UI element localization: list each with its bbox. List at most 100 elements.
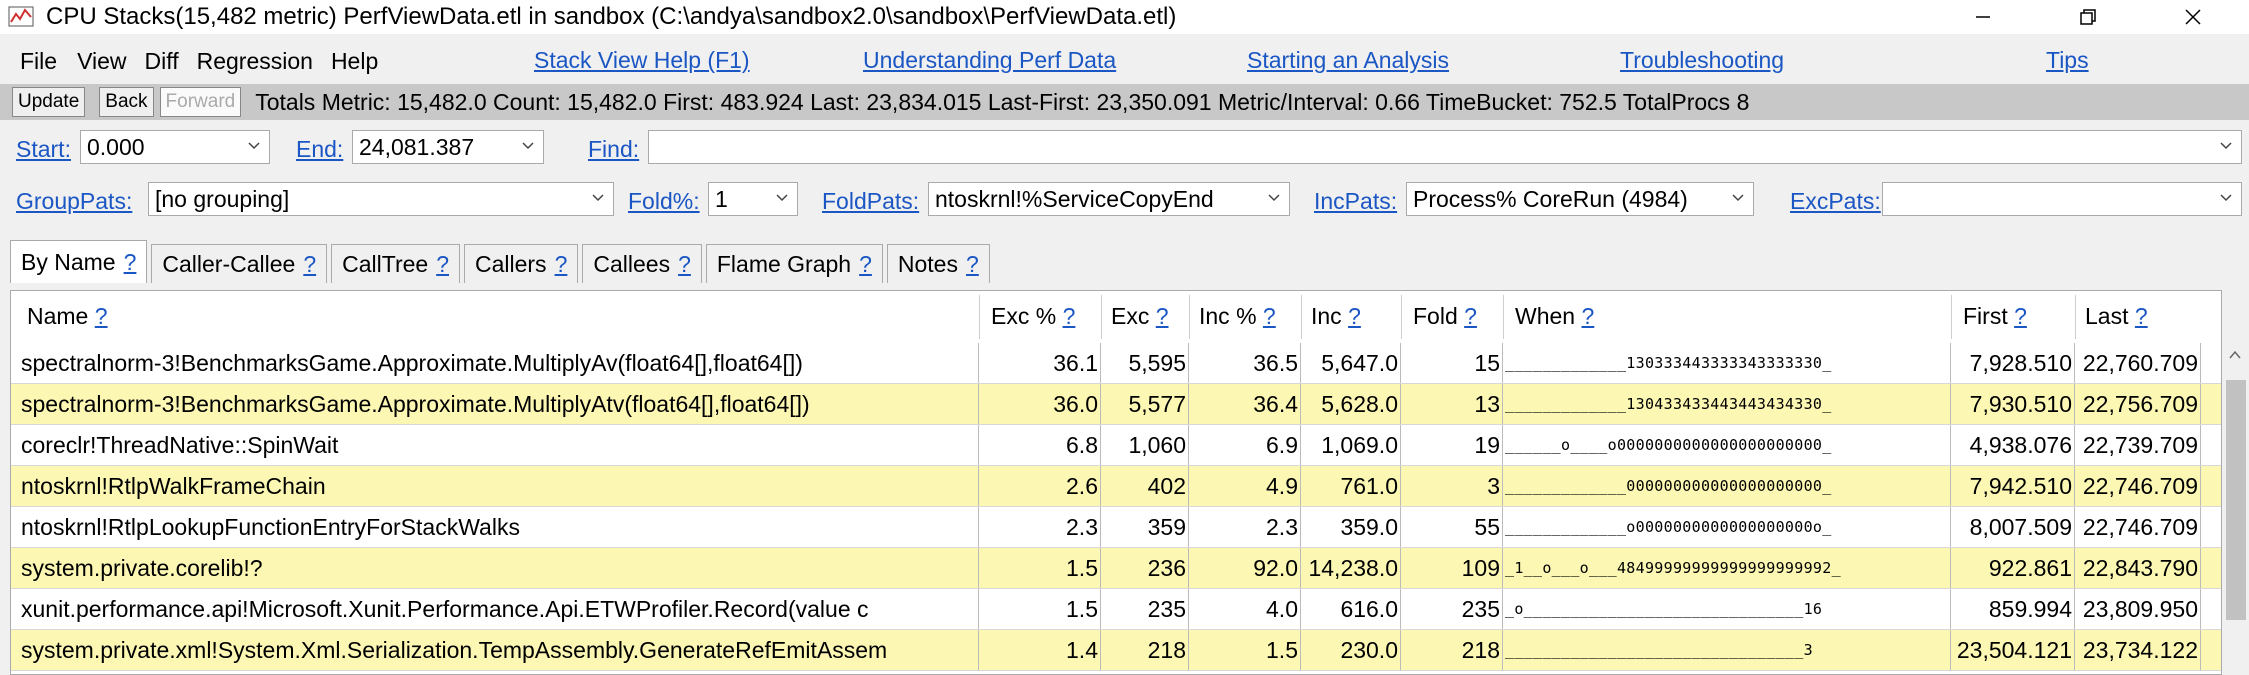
by-name-grid: Name ? Exc % ? Exc ? Inc % ? Inc ? Fold … xyxy=(10,290,2222,675)
grid-header: Name ? Exc % ? Exc ? Inc % ? Inc ? Fold … xyxy=(11,291,2221,343)
tab-help-link[interactable]: ? xyxy=(859,251,872,278)
table-row[interactable]: ntoskrnl!RtlpWalkFrameChain 2.6 402 4.9 … xyxy=(11,466,2221,507)
tab-flame-graph[interactable]: Flame Graph? xyxy=(705,244,883,283)
grid-vertical-scrollbar[interactable] xyxy=(2222,340,2249,673)
fold-pct-label[interactable]: Fold%: xyxy=(628,188,700,215)
excpats-combo[interactable] xyxy=(1882,182,2242,216)
tab-help-link[interactable]: ? xyxy=(555,251,568,278)
table-row[interactable]: system.private.corelib!? 1.5 236 92.0 14… xyxy=(11,548,2221,589)
column-header-inc[interactable]: Inc ? xyxy=(1311,303,1361,330)
cell-exc-pct: 2.6 xyxy=(979,466,1101,506)
tab-help-link[interactable]: ? xyxy=(966,251,979,278)
cell-name: system.private.corelib!? xyxy=(11,548,979,588)
forward-button[interactable]: Forward xyxy=(159,87,242,117)
link-understanding-perf-data[interactable]: Understanding Perf Data xyxy=(863,47,1116,74)
tab-label: Notes xyxy=(897,250,958,277)
menu-diff[interactable]: Diff xyxy=(145,48,179,75)
cell-inc: 616.0 xyxy=(1301,589,1401,629)
tab-help-link[interactable]: ? xyxy=(303,251,316,278)
link-stack-view-help[interactable]: Stack View Help (F1) xyxy=(534,47,750,74)
column-header-fold[interactable]: Fold ? xyxy=(1413,303,1477,330)
cell-first: 8,007.509 xyxy=(1951,507,2075,547)
end-combo[interactable]: 24,081.387 xyxy=(352,130,544,164)
start-label[interactable]: Start: xyxy=(16,136,71,163)
view-tabs: By Name? Caller-Callee? CallTree? Caller… xyxy=(10,240,994,284)
incpats-label[interactable]: IncPats: xyxy=(1314,188,1397,215)
cell-exc-pct: 1.4 xyxy=(979,630,1101,670)
scrollbar-thumb[interactable] xyxy=(2226,380,2246,620)
menu-regression[interactable]: Regression xyxy=(197,48,313,75)
incpats-combo[interactable]: Process% CoreRun (4984) xyxy=(1406,182,1754,216)
menu-help[interactable]: Help xyxy=(331,48,378,75)
menu-file[interactable]: File xyxy=(20,48,57,75)
tab-notes[interactable]: Notes? xyxy=(886,244,990,283)
cell-inc: 359.0 xyxy=(1301,507,1401,547)
column-header-exc[interactable]: Exc ? xyxy=(1111,303,1169,330)
menu-view[interactable]: View xyxy=(77,48,126,75)
toolbar: Update Back Forward Totals Metric: 15,48… xyxy=(0,84,2249,120)
tab-callees[interactable]: Callees? xyxy=(582,244,702,283)
grouppats-combo[interactable]: [no grouping] xyxy=(148,182,614,216)
cell-last: 23,809.950 xyxy=(2075,589,2201,629)
tab-help-link[interactable]: ? xyxy=(436,251,449,278)
update-button[interactable]: Update xyxy=(12,87,86,117)
cell-inc: 761.0 xyxy=(1301,466,1401,506)
minimize-button[interactable] xyxy=(1950,0,2016,34)
maximize-button[interactable] xyxy=(2055,0,2121,34)
cell-first: 7,942.510 xyxy=(1951,466,2075,506)
back-button[interactable]: Back xyxy=(99,87,154,117)
cell-exc: 402 xyxy=(1101,466,1189,506)
link-starting-an-analysis[interactable]: Starting an Analysis xyxy=(1247,47,1449,74)
column-header-last[interactable]: Last ? xyxy=(2085,303,2148,330)
start-value: 0.000 xyxy=(87,133,145,160)
table-row[interactable]: ntoskrnl!RtlpLookupFunctionEntryForStack… xyxy=(11,507,2221,548)
scroll-up-arrow-icon[interactable] xyxy=(2222,340,2249,370)
column-header-name[interactable]: Name ? xyxy=(27,303,108,330)
tab-label: Caller-Callee xyxy=(162,250,296,277)
cell-when: _____________130333443333343333330_ xyxy=(1503,343,1951,383)
table-row[interactable]: xunit.performance.api!Microsoft.Xunit.Pe… xyxy=(11,589,2221,630)
tab-by-name[interactable]: By Name? xyxy=(10,240,148,283)
start-combo[interactable]: 0.000 xyxy=(80,130,270,164)
chevron-down-icon xyxy=(2220,142,2232,150)
table-row[interactable]: coreclr!ThreadNative::SpinWait 6.8 1,060… xyxy=(11,425,2221,466)
cell-inc-pct: 36.4 xyxy=(1189,384,1301,424)
table-row[interactable]: system.private.xml!System.Xml.Serializat… xyxy=(11,630,2221,671)
link-troubleshooting[interactable]: Troubleshooting xyxy=(1620,47,1784,74)
cell-when: ________________________________3 xyxy=(1503,630,1951,670)
cell-first: 4,938.076 xyxy=(1951,425,2075,465)
cell-inc: 14,238.0 xyxy=(1301,548,1401,588)
foldpats-combo[interactable]: ntoskrnl!%ServiceCopyEnd xyxy=(928,182,1290,216)
cell-when: _____________o0000000000000000000o_ xyxy=(1503,507,1951,547)
fold-pct-combo[interactable]: 1 xyxy=(708,182,798,216)
tab-help-link[interactable]: ? xyxy=(678,251,691,278)
grouppats-label[interactable]: GroupPats: xyxy=(16,188,132,215)
link-tips[interactable]: Tips xyxy=(2046,47,2089,74)
column-header-when[interactable]: When ? xyxy=(1515,303,1594,330)
end-label[interactable]: End: xyxy=(296,136,343,163)
tab-calltree[interactable]: CallTree? xyxy=(331,244,460,283)
column-header-inc-pct[interactable]: Inc % ? xyxy=(1199,303,1276,330)
cell-inc: 5,647.0 xyxy=(1301,343,1401,383)
cell-last: 22,843.790 xyxy=(2075,548,2201,588)
chevron-down-icon xyxy=(776,194,788,202)
find-combo[interactable] xyxy=(648,130,2242,164)
cell-exc-pct: 36.1 xyxy=(979,343,1101,383)
find-label[interactable]: Find: xyxy=(588,136,639,163)
excpats-label[interactable]: ExcPats: xyxy=(1790,188,1881,215)
tab-caller-callee[interactable]: Caller-Callee? xyxy=(151,244,328,283)
tab-callers[interactable]: Callers? xyxy=(463,244,579,283)
close-button[interactable] xyxy=(2160,0,2226,34)
cell-last: 22,746.709 xyxy=(2075,507,2201,547)
range-row: Start: 0.000 End: 24,081.387 Find: xyxy=(0,128,2249,168)
perfview-app-icon xyxy=(8,6,34,27)
tab-help-link[interactable]: ? xyxy=(124,249,137,276)
table-row[interactable]: spectralnorm-3!BenchmarksGame.Approximat… xyxy=(11,343,2221,384)
cell-inc-pct: 36.5 xyxy=(1189,343,1301,383)
column-header-exc-pct[interactable]: Exc % ? xyxy=(991,303,1075,330)
foldpats-label[interactable]: FoldPats: xyxy=(822,188,919,215)
cell-exc-pct: 36.0 xyxy=(979,384,1101,424)
table-row[interactable]: spectralnorm-3!BenchmarksGame.Approximat… xyxy=(11,384,2221,425)
column-header-first[interactable]: First ? xyxy=(1963,303,2027,330)
cell-first: 7,928.510 xyxy=(1951,343,2075,383)
